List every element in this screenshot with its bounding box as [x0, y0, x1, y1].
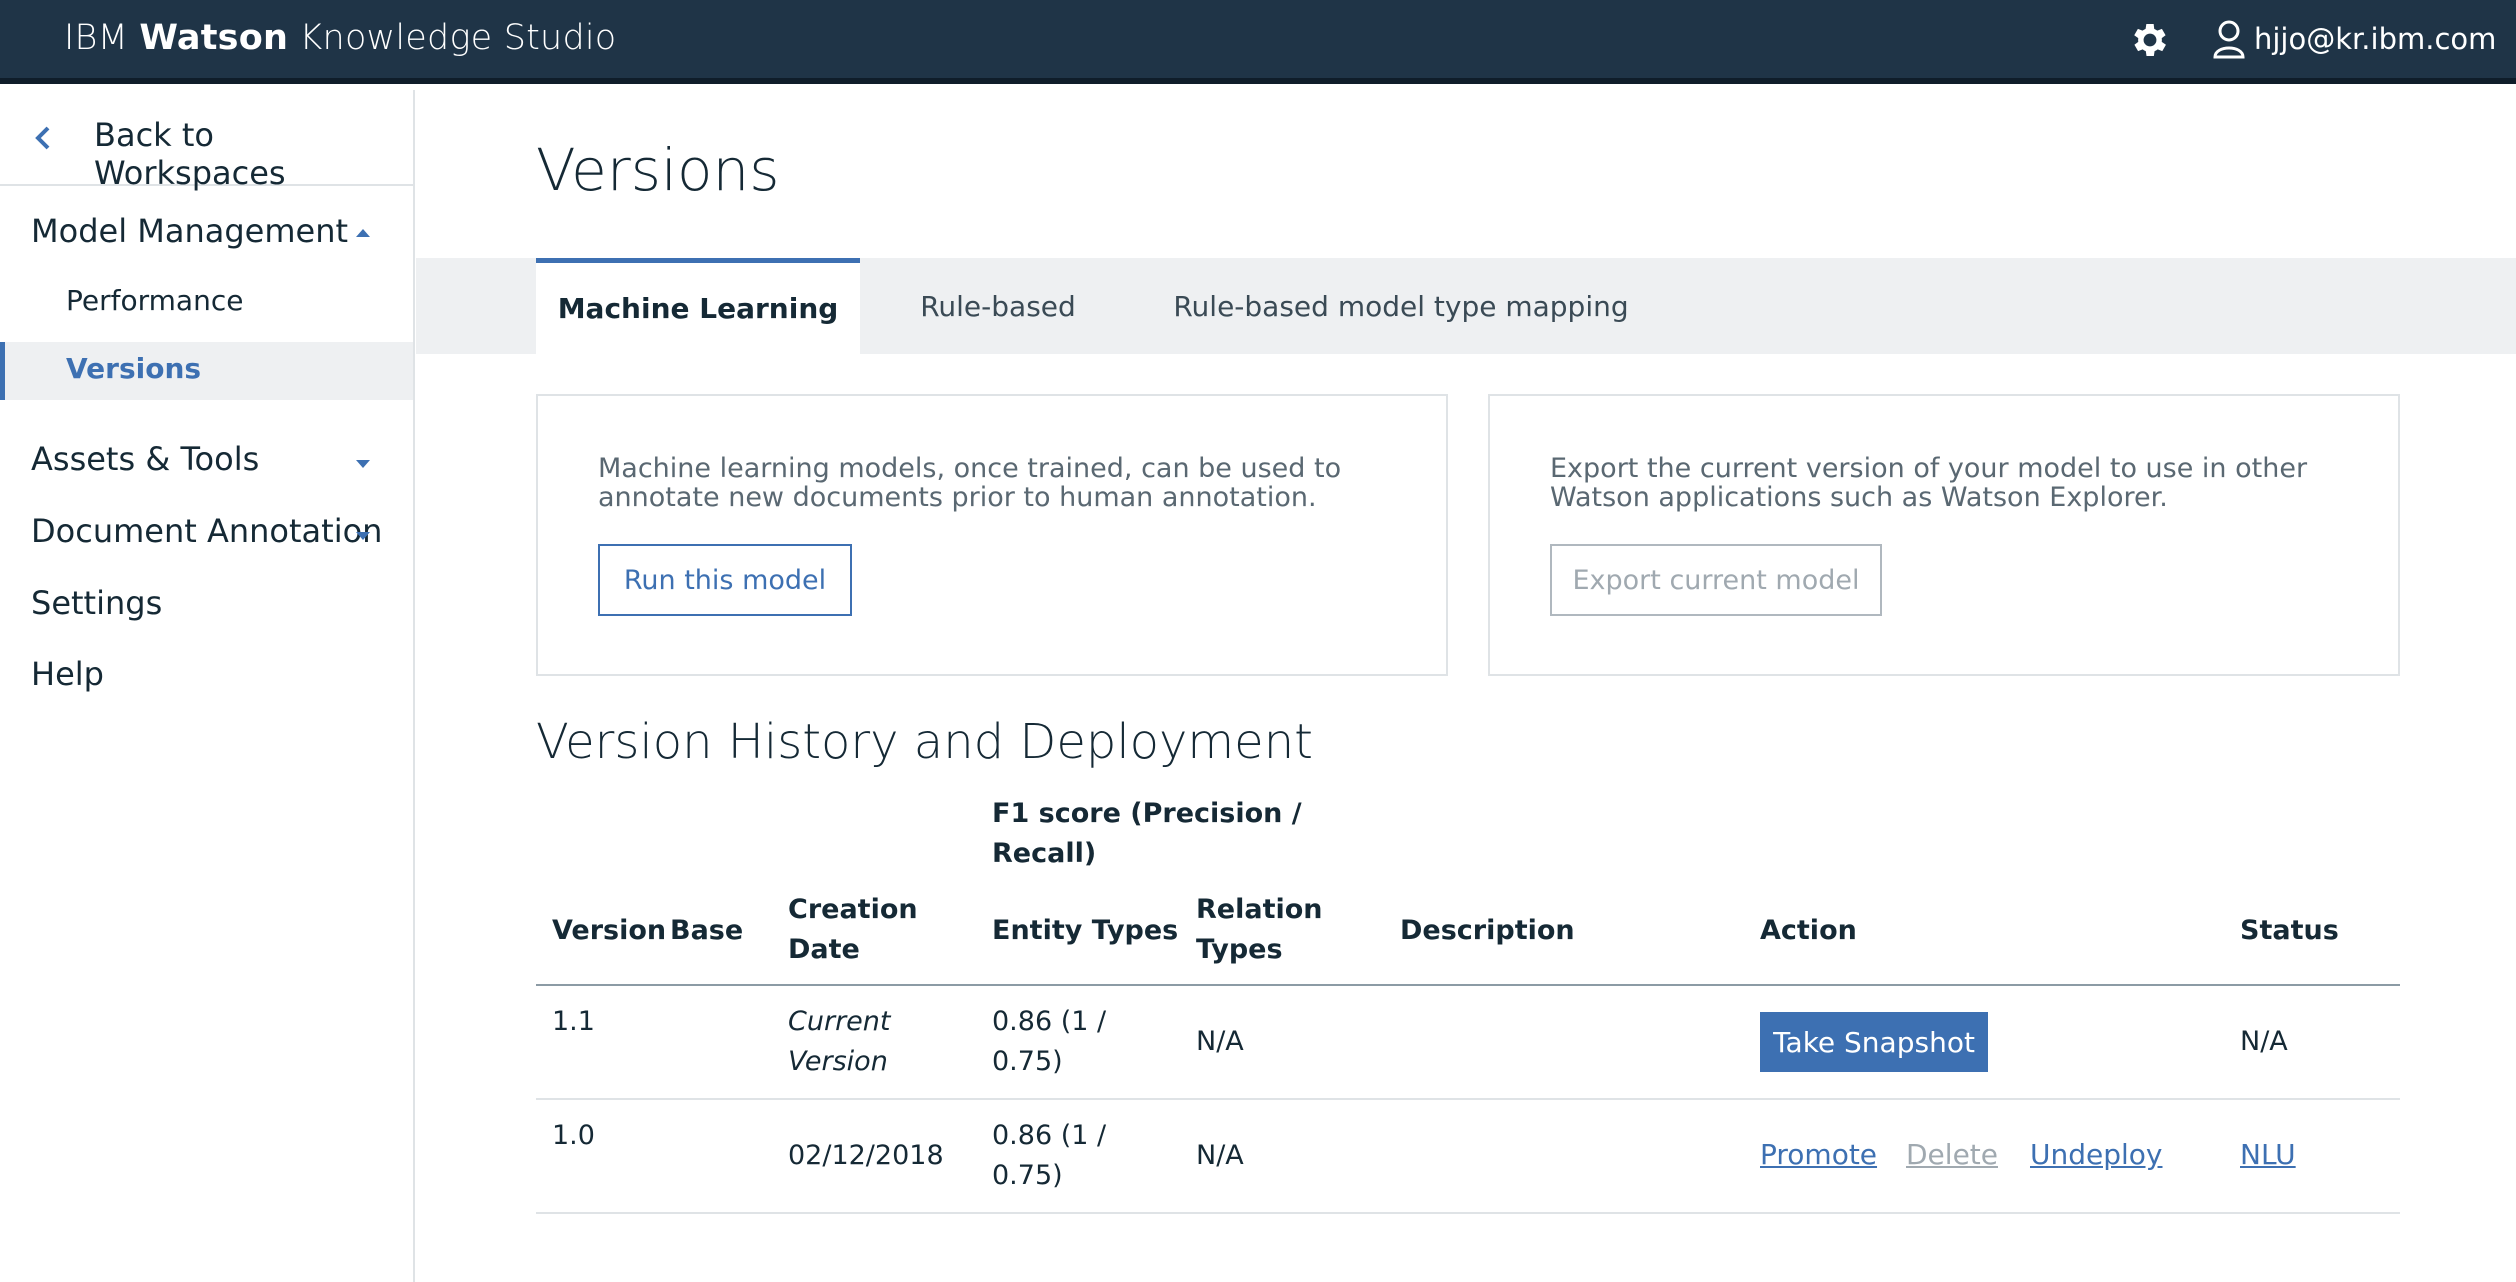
user-icon — [2213, 20, 2245, 59]
undeploy-link[interactable]: Undeploy — [2030, 1138, 2163, 1171]
promote-link[interactable]: Promote — [1760, 1138, 1877, 1171]
header-status: Status — [2240, 915, 2339, 946]
user-menu[interactable]: hjjo@kr.ibm.com — [2212, 16, 2496, 62]
header-version: Version — [552, 915, 667, 946]
version-history-title: Version History and Deployment — [536, 714, 1313, 770]
header-f1-score: F1 score (Precision / Recall) — [992, 798, 1302, 869]
row-divider — [536, 1098, 2400, 1100]
cell-version: 1.1 — [552, 1006, 595, 1037]
app-brand[interactable]: IBM Watson Knowledge Studio — [64, 18, 616, 58]
cell-creation-date: 02/12/2018 — [788, 1140, 944, 1171]
sidebar: Back to Workspaces Model Management Perf… — [0, 90, 415, 1282]
caret-up-icon[interactable] — [356, 229, 370, 237]
cell-relation-types: N/A — [1196, 1026, 1244, 1057]
cell-creation-date: Current Version — [788, 1006, 891, 1077]
gear-icon[interactable] — [2128, 18, 2172, 62]
header-relation-types: Relation Types — [1196, 894, 1323, 965]
header-entity-types: Entity Types — [992, 915, 1179, 946]
brand-ibm: IBM — [64, 18, 129, 58]
tab-strip: Machine Learning Rule-based Rule-based m… — [416, 258, 2516, 354]
sidebar-item-label: Performance — [66, 284, 244, 317]
nav-help[interactable]: Help — [31, 655, 104, 693]
header-creation-date: Creation Date — [788, 894, 918, 965]
nav-document-annotation[interactable]: Document Annotation — [31, 512, 382, 550]
row-divider — [536, 1212, 2400, 1214]
sidebar-item-performance[interactable]: Performance — [0, 274, 413, 332]
nav-model-management[interactable]: Model Management — [31, 212, 348, 250]
delete-link: Delete — [1906, 1138, 1998, 1171]
tab-rule-based[interactable]: Rule-based — [870, 258, 1126, 354]
tab-machine-learning[interactable]: Machine Learning — [536, 258, 860, 354]
take-snapshot-button[interactable]: Take Snapshot — [1760, 1012, 1988, 1072]
caret-down-icon[interactable] — [356, 460, 370, 468]
chevron-left-icon — [35, 126, 50, 150]
cell-relation-types: N/A — [1196, 1140, 1244, 1171]
page-title: Versions — [536, 136, 780, 204]
nav-assets-tools[interactable]: Assets & Tools — [31, 440, 259, 478]
cell-entity-types: 0.86 (1 / 0.75) — [992, 1120, 1107, 1191]
header-action: Action — [1760, 915, 1857, 946]
back-label: Back to Workspaces — [94, 116, 286, 192]
sidebar-item-label: Versions — [66, 352, 202, 385]
table-header-divider — [536, 984, 2400, 986]
top-bar: IBM Watson Knowledge Studio hjjo@kr.ibm.… — [0, 0, 2516, 84]
cell-entity-types: 0.86 (1 / 0.75) — [992, 1006, 1107, 1077]
status-nlu-link[interactable]: NLU — [2240, 1138, 2296, 1171]
tab-rule-based-type-mapping[interactable]: Rule-based model type mapping — [1136, 258, 1666, 354]
caret-down-icon[interactable] — [356, 532, 370, 540]
sidebar-item-versions[interactable]: Versions — [0, 342, 413, 400]
run-model-button[interactable]: Run this model — [598, 544, 852, 616]
back-to-workspaces-link[interactable]: Back to Workspaces — [0, 90, 413, 192]
brand-product: Knowledge Studio — [299, 18, 617, 58]
nav-settings[interactable]: Settings — [31, 584, 162, 622]
run-model-description: Machine learning models, once trained, c… — [598, 453, 1342, 513]
header-base: Base — [670, 915, 744, 946]
export-model-button[interactable]: Export current model — [1550, 544, 1882, 616]
header-description: Description — [1400, 915, 1575, 946]
export-model-description: Export the current version of your model… — [1550, 453, 2308, 513]
run-model-card: Machine learning models, once trained, c… — [536, 394, 1448, 676]
cell-status: N/A — [2240, 1026, 2288, 1057]
brand-watson: Watson — [139, 18, 289, 58]
export-model-card: Export the current version of your model… — [1488, 394, 2400, 676]
cell-version: 1.0 — [552, 1120, 595, 1151]
user-email: hjjo@kr.ibm.com — [2254, 22, 2497, 56]
